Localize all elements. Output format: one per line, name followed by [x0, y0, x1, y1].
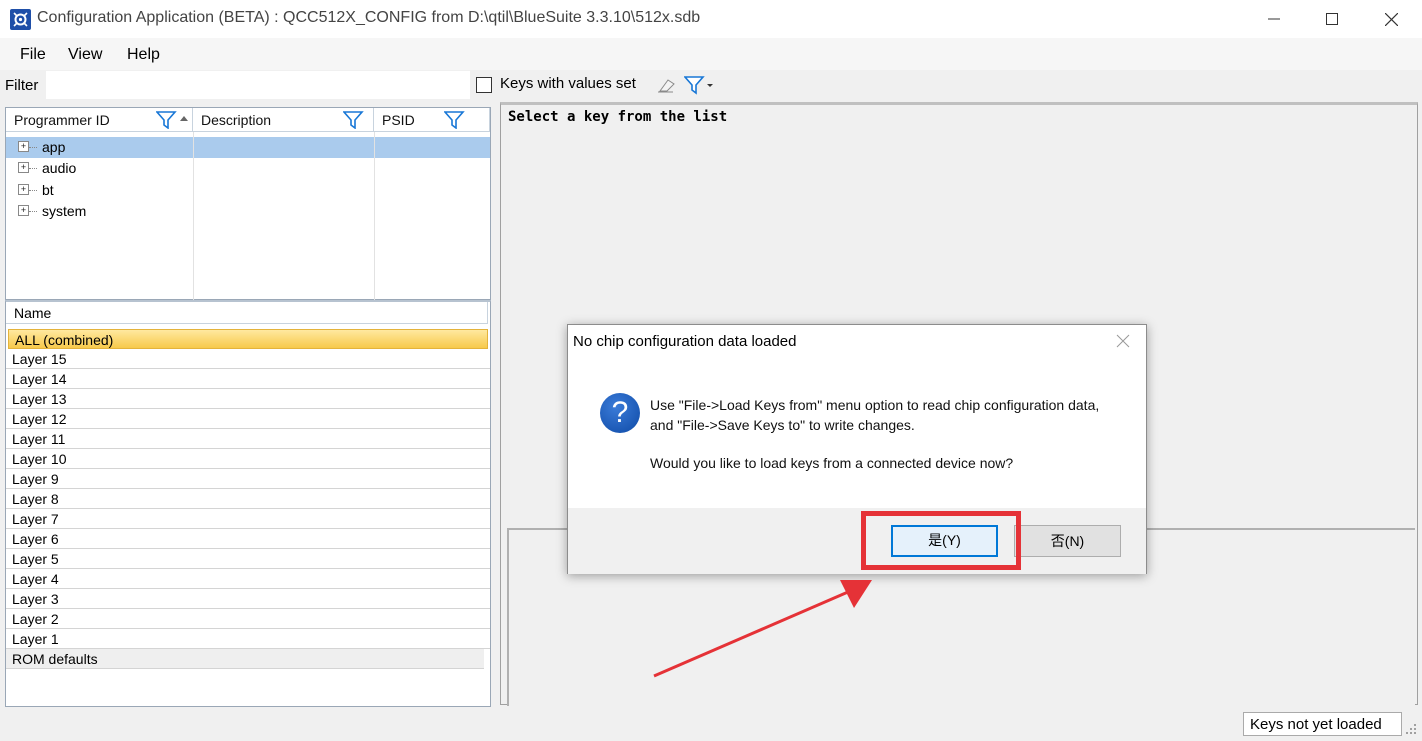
- layer-row[interactable]: Layer 10: [6, 449, 490, 469]
- question-icon: ?: [600, 393, 640, 433]
- column-label: PSID: [382, 112, 415, 128]
- column-psid[interactable]: PSID: [374, 108, 490, 132]
- tree-row-audio[interactable]: + audio: [6, 158, 490, 179]
- no-button[interactable]: 否(N): [1014, 525, 1121, 557]
- minimize-icon: [1268, 18, 1280, 20]
- filter-icon[interactable]: [444, 111, 466, 129]
- tree-row-bt[interactable]: + bt: [6, 180, 490, 201]
- expand-icon[interactable]: +: [18, 162, 29, 173]
- tree-row-app[interactable]: + app: [6, 137, 490, 158]
- close-icon: [1384, 12, 1398, 26]
- tree-label: bt: [42, 182, 54, 198]
- tree-row-system[interactable]: + system: [6, 201, 490, 222]
- keys-with-values-label: Keys with values set: [500, 75, 636, 92]
- tree-connector: [29, 211, 37, 212]
- layer-row[interactable]: Layer 14: [6, 369, 490, 389]
- dialog-message: Use "File->Load Keys from" menu option t…: [650, 397, 1100, 433]
- app-icon: [10, 9, 31, 30]
- layers-list[interactable]: Name ALL (combined) Layer 15 Layer 14 La…: [5, 300, 491, 707]
- no-config-dialog: No chip configuration data loaded ? Use …: [567, 324, 1147, 574]
- layer-row[interactable]: Layer 1: [6, 629, 490, 649]
- filter-icon[interactable]: [156, 111, 192, 129]
- annotation-arrow: [653, 580, 872, 678]
- expand-icon[interactable]: +: [18, 184, 29, 195]
- close-button[interactable]: [1362, 0, 1420, 38]
- column-label: Description: [201, 112, 272, 128]
- maximize-icon: [1326, 13, 1338, 25]
- column-divider: [374, 132, 375, 300]
- layer-row[interactable]: Layer 2: [6, 609, 490, 629]
- layer-row[interactable]: Layer 6: [6, 529, 490, 549]
- menu-help[interactable]: Help: [127, 46, 160, 64]
- tree-label: audio: [42, 160, 77, 176]
- column-divider: [193, 132, 194, 300]
- column-programmer-id[interactable]: Programmer ID: [6, 108, 193, 132]
- expand-icon[interactable]: +: [18, 141, 29, 152]
- filter-icon: [683, 76, 713, 95]
- layer-row[interactable]: Layer 4: [6, 569, 490, 589]
- column-label: Programmer ID: [14, 112, 110, 128]
- column-name[interactable]: Name: [6, 302, 488, 324]
- tree-label: system: [42, 203, 87, 219]
- resize-grip[interactable]: [1404, 722, 1418, 736]
- filter-input[interactable]: [46, 71, 470, 99]
- menu-view[interactable]: View: [68, 46, 102, 64]
- tree-connector: [29, 147, 37, 148]
- layer-row[interactable]: Layer 8: [6, 489, 490, 509]
- menu-bar: [0, 38, 1422, 70]
- layer-row[interactable]: Layer 15: [6, 349, 490, 369]
- dialog-title: No chip configuration data loaded: [573, 333, 797, 350]
- maximize-button[interactable]: [1303, 0, 1361, 38]
- tree-connector: [29, 168, 37, 169]
- dialog-close-icon[interactable]: [1116, 332, 1130, 353]
- filter-dropdown-button[interactable]: [683, 75, 716, 98]
- filter-label: Filter: [5, 77, 39, 94]
- eraser-icon[interactable]: [657, 77, 677, 96]
- expand-icon[interactable]: +: [18, 205, 29, 216]
- tree-label: app: [42, 139, 66, 155]
- layer-row-all-combined[interactable]: ALL (combined): [8, 329, 488, 349]
- layer-row[interactable]: Layer 12: [6, 409, 490, 429]
- menu-file[interactable]: File: [20, 46, 46, 64]
- filter-icon[interactable]: [343, 111, 365, 129]
- layer-row-rom-defaults[interactable]: ROM defaults: [6, 649, 484, 669]
- layer-row[interactable]: Layer 11: [6, 429, 490, 449]
- window-title: Configuration Application (BETA) : QCC51…: [37, 9, 701, 26]
- minimize-button[interactable]: [1245, 0, 1303, 38]
- layer-row[interactable]: Layer 13: [6, 389, 490, 409]
- status-text: Keys not yet loaded: [1243, 712, 1402, 736]
- tree-connector: [29, 190, 37, 191]
- layer-row[interactable]: Layer 5: [6, 549, 490, 569]
- column-description[interactable]: Description: [193, 108, 374, 132]
- annotation-highlight-box: [861, 511, 1021, 570]
- detail-placeholder: Select a key from the list: [508, 109, 728, 125]
- keys-with-values-checkbox[interactable]: [476, 77, 492, 93]
- dialog-question: Would you like to load keys from a conne…: [650, 455, 1014, 471]
- layer-row[interactable]: Layer 9: [6, 469, 490, 489]
- layer-row[interactable]: Layer 3: [6, 589, 490, 609]
- layer-row[interactable]: Layer 7: [6, 509, 490, 529]
- key-tree-grid[interactable]: Programmer ID Description PSID + app + a…: [5, 107, 491, 300]
